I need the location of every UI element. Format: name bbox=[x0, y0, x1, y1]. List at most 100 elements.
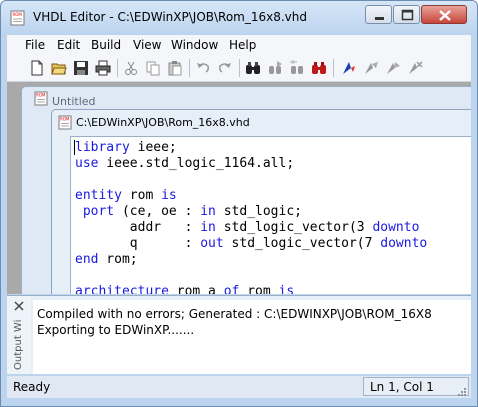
code-keyword: library bbox=[75, 140, 130, 155]
close-button[interactable] bbox=[421, 5, 467, 24]
clear-bookmarks-button[interactable] bbox=[405, 58, 425, 78]
toolbar-separator bbox=[117, 59, 118, 77]
code-text: std_logic_vector(3 bbox=[215, 220, 373, 235]
document-window-title: C:\EDWinXP\JOB\Rom_16x8.vhd bbox=[76, 116, 250, 129]
output-text-area[interactable]: Compiled with no errors; Generated : C:\… bbox=[33, 300, 471, 374]
code-line: addr : in std_logic_vector(3 downto bbox=[75, 220, 420, 236]
code-text: ieee.std_logic_1164.all; bbox=[98, 156, 295, 171]
next-bookmark-button[interactable] bbox=[361, 58, 381, 78]
output-line: Exporting to EDWinXP....... bbox=[37, 323, 195, 337]
cursor-position-pane: Ln 1, Col 1 bbox=[363, 377, 469, 396]
output-window: Output Wi Compiled with no errors; Gener… bbox=[7, 295, 471, 374]
output-line: Compiled with no errors; Generated : C:\… bbox=[37, 307, 432, 321]
code-keyword: end bbox=[75, 252, 99, 267]
maximize-button[interactable] bbox=[393, 5, 420, 24]
mdi-client-area: ROM Untitled ROM C:\EDWinXP\JOB\Rom_16x8… bbox=[7, 82, 471, 294]
code-text: addr : bbox=[75, 220, 201, 235]
code-keyword: entity bbox=[75, 188, 122, 203]
open-button[interactable] bbox=[49, 58, 69, 78]
find-button[interactable] bbox=[243, 58, 263, 78]
status-bar: Ready Ln 1, Col 1 bbox=[7, 376, 471, 398]
toggle-bookmark-button[interactable] bbox=[339, 58, 359, 78]
toggle-bookmark-icon bbox=[343, 62, 355, 74]
code-keyword: in bbox=[200, 220, 216, 235]
code-keyword: use bbox=[75, 156, 99, 171]
find-in-files-icon bbox=[312, 62, 326, 74]
toolbar-separator bbox=[239, 59, 240, 77]
maximize-icon bbox=[401, 9, 414, 21]
resize-grip-icon[interactable] bbox=[455, 387, 467, 399]
find-in-files-button[interactable] bbox=[309, 58, 329, 78]
menu-help[interactable]: Help bbox=[229, 38, 256, 52]
new-file-icon bbox=[31, 60, 43, 76]
svg-text:ROM: ROM bbox=[60, 117, 70, 122]
vhdl-document-icon: ROM bbox=[34, 91, 48, 106]
code-line: library ieee; bbox=[75, 140, 177, 156]
find-next-button[interactable] bbox=[265, 58, 285, 78]
menu-view[interactable]: View bbox=[133, 38, 161, 52]
code-keyword: is bbox=[161, 188, 177, 203]
toolbar bbox=[7, 55, 471, 82]
code-keyword: in bbox=[200, 204, 216, 219]
menu-file[interactable]: File bbox=[25, 38, 45, 52]
print-icon bbox=[95, 60, 111, 76]
undo-button[interactable] bbox=[193, 58, 213, 78]
print-button[interactable] bbox=[93, 58, 113, 78]
paste-icon bbox=[168, 61, 182, 76]
close-icon bbox=[439, 10, 451, 21]
code-keyword: out bbox=[200, 236, 224, 251]
app-icon: ROM bbox=[10, 10, 25, 26]
find-next-icon bbox=[269, 61, 282, 74]
code-line: q : out std_logic_vector(7 downto bbox=[75, 236, 427, 252]
toolbar-separator bbox=[189, 59, 190, 77]
code-keyword: downto bbox=[380, 236, 428, 251]
prev-bookmark-button[interactable] bbox=[383, 58, 403, 78]
undo-icon bbox=[197, 63, 209, 73]
vhdl-document-icon: ROM bbox=[58, 115, 72, 130]
cut-button[interactable] bbox=[121, 58, 141, 78]
code-text: std_logic; bbox=[215, 204, 302, 219]
code-text: rom bbox=[121, 188, 162, 203]
svg-text:ROM: ROM bbox=[13, 12, 23, 17]
menu-bar: File Edit Build View Window Help bbox=[7, 35, 471, 55]
minimize-button[interactable] bbox=[365, 5, 392, 24]
code-text: ieee; bbox=[129, 140, 177, 155]
code-text: std_logic_vector(7 bbox=[223, 236, 381, 251]
code-line: use ieee.std_logic_1164.all; bbox=[75, 156, 294, 172]
code-line: end rom; bbox=[75, 252, 138, 268]
replace-button[interactable] bbox=[287, 58, 307, 78]
close-icon[interactable] bbox=[13, 300, 25, 312]
code-keyword: is bbox=[278, 284, 295, 294]
output-window-handle[interactable]: Output Wi bbox=[7, 296, 31, 374]
menu-edit[interactable]: Edit bbox=[57, 38, 80, 52]
output-window-label: Output Wi bbox=[13, 319, 24, 370]
rom-document-window[interactable]: ROM C:\EDWinXP\JOB\Rom_16x8.vhd library … bbox=[51, 109, 471, 294]
prev-bookmark-icon bbox=[387, 62, 400, 74]
svg-text:ROM: ROM bbox=[36, 93, 46, 98]
copy-button[interactable] bbox=[143, 58, 163, 78]
menu-build[interactable]: Build bbox=[91, 38, 121, 52]
paste-button[interactable] bbox=[165, 58, 185, 78]
code-keyword: port bbox=[82, 204, 115, 219]
code-text: rom; bbox=[98, 252, 138, 267]
new-file-button[interactable] bbox=[27, 58, 47, 78]
code-editor[interactable]: library ieee; use ieee.std_logic_1164.all… bbox=[70, 136, 471, 294]
app-window: ROM VHDL Editor - C:\EDWinXP\JOB\Rom_16x… bbox=[0, 0, 478, 407]
code-line: architecture rom_a of rom is bbox=[75, 284, 294, 294]
code-keyword: of bbox=[223, 284, 240, 294]
title-bar[interactable]: ROM VHDL Editor - C:\EDWinXP\JOB\Rom_16x… bbox=[1, 1, 477, 35]
status-text: Ready bbox=[13, 380, 51, 394]
clear-bookmarks-icon bbox=[409, 61, 423, 74]
save-button[interactable] bbox=[71, 58, 91, 78]
redo-button[interactable] bbox=[215, 58, 235, 78]
code-text: rom_a bbox=[168, 284, 224, 294]
window-title: VHDL Editor - C:\EDWinXP\JOB\Rom_16x8.vh… bbox=[33, 10, 308, 24]
redo-icon bbox=[219, 63, 231, 73]
next-bookmark-icon bbox=[365, 62, 378, 74]
menu-window[interactable]: Window bbox=[171, 38, 218, 52]
cut-icon bbox=[125, 61, 137, 75]
save-icon bbox=[74, 61, 88, 75]
replace-icon bbox=[290, 60, 303, 74]
copy-icon bbox=[146, 61, 160, 76]
